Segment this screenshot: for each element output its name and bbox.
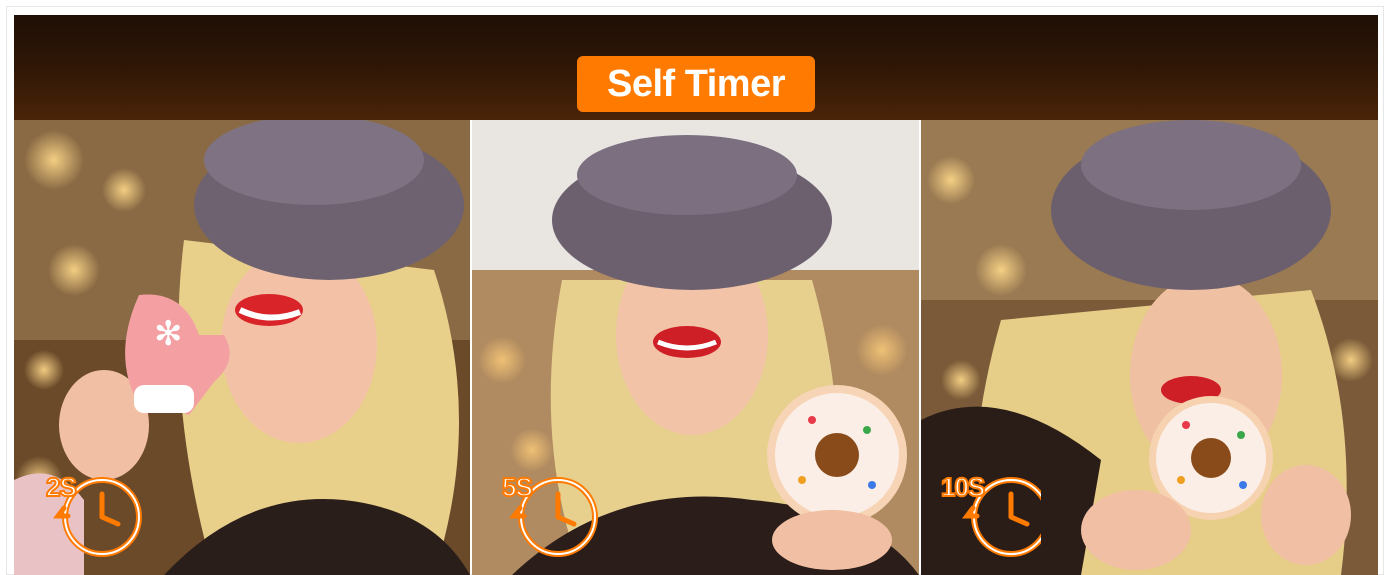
photo-strip: ✻ 2S 5S 10S xyxy=(14,120,1378,575)
svg-text:✻: ✻ xyxy=(154,314,183,354)
timer-badge-2s: 2S xyxy=(45,471,146,562)
photo-10s: 10S xyxy=(921,120,1378,575)
page-title: Self Timer xyxy=(577,56,815,112)
photo-5s: 5S xyxy=(472,120,919,575)
photo-2s: ✻ 2S xyxy=(14,120,470,575)
timer-label-2s: 2S xyxy=(45,471,78,503)
timer-label-10s: 10S xyxy=(940,471,986,503)
timer-badge-5s: 5S xyxy=(501,471,602,562)
timer-badge-10s: 10S xyxy=(940,471,1051,562)
timer-label-5s: 5S xyxy=(501,471,534,503)
